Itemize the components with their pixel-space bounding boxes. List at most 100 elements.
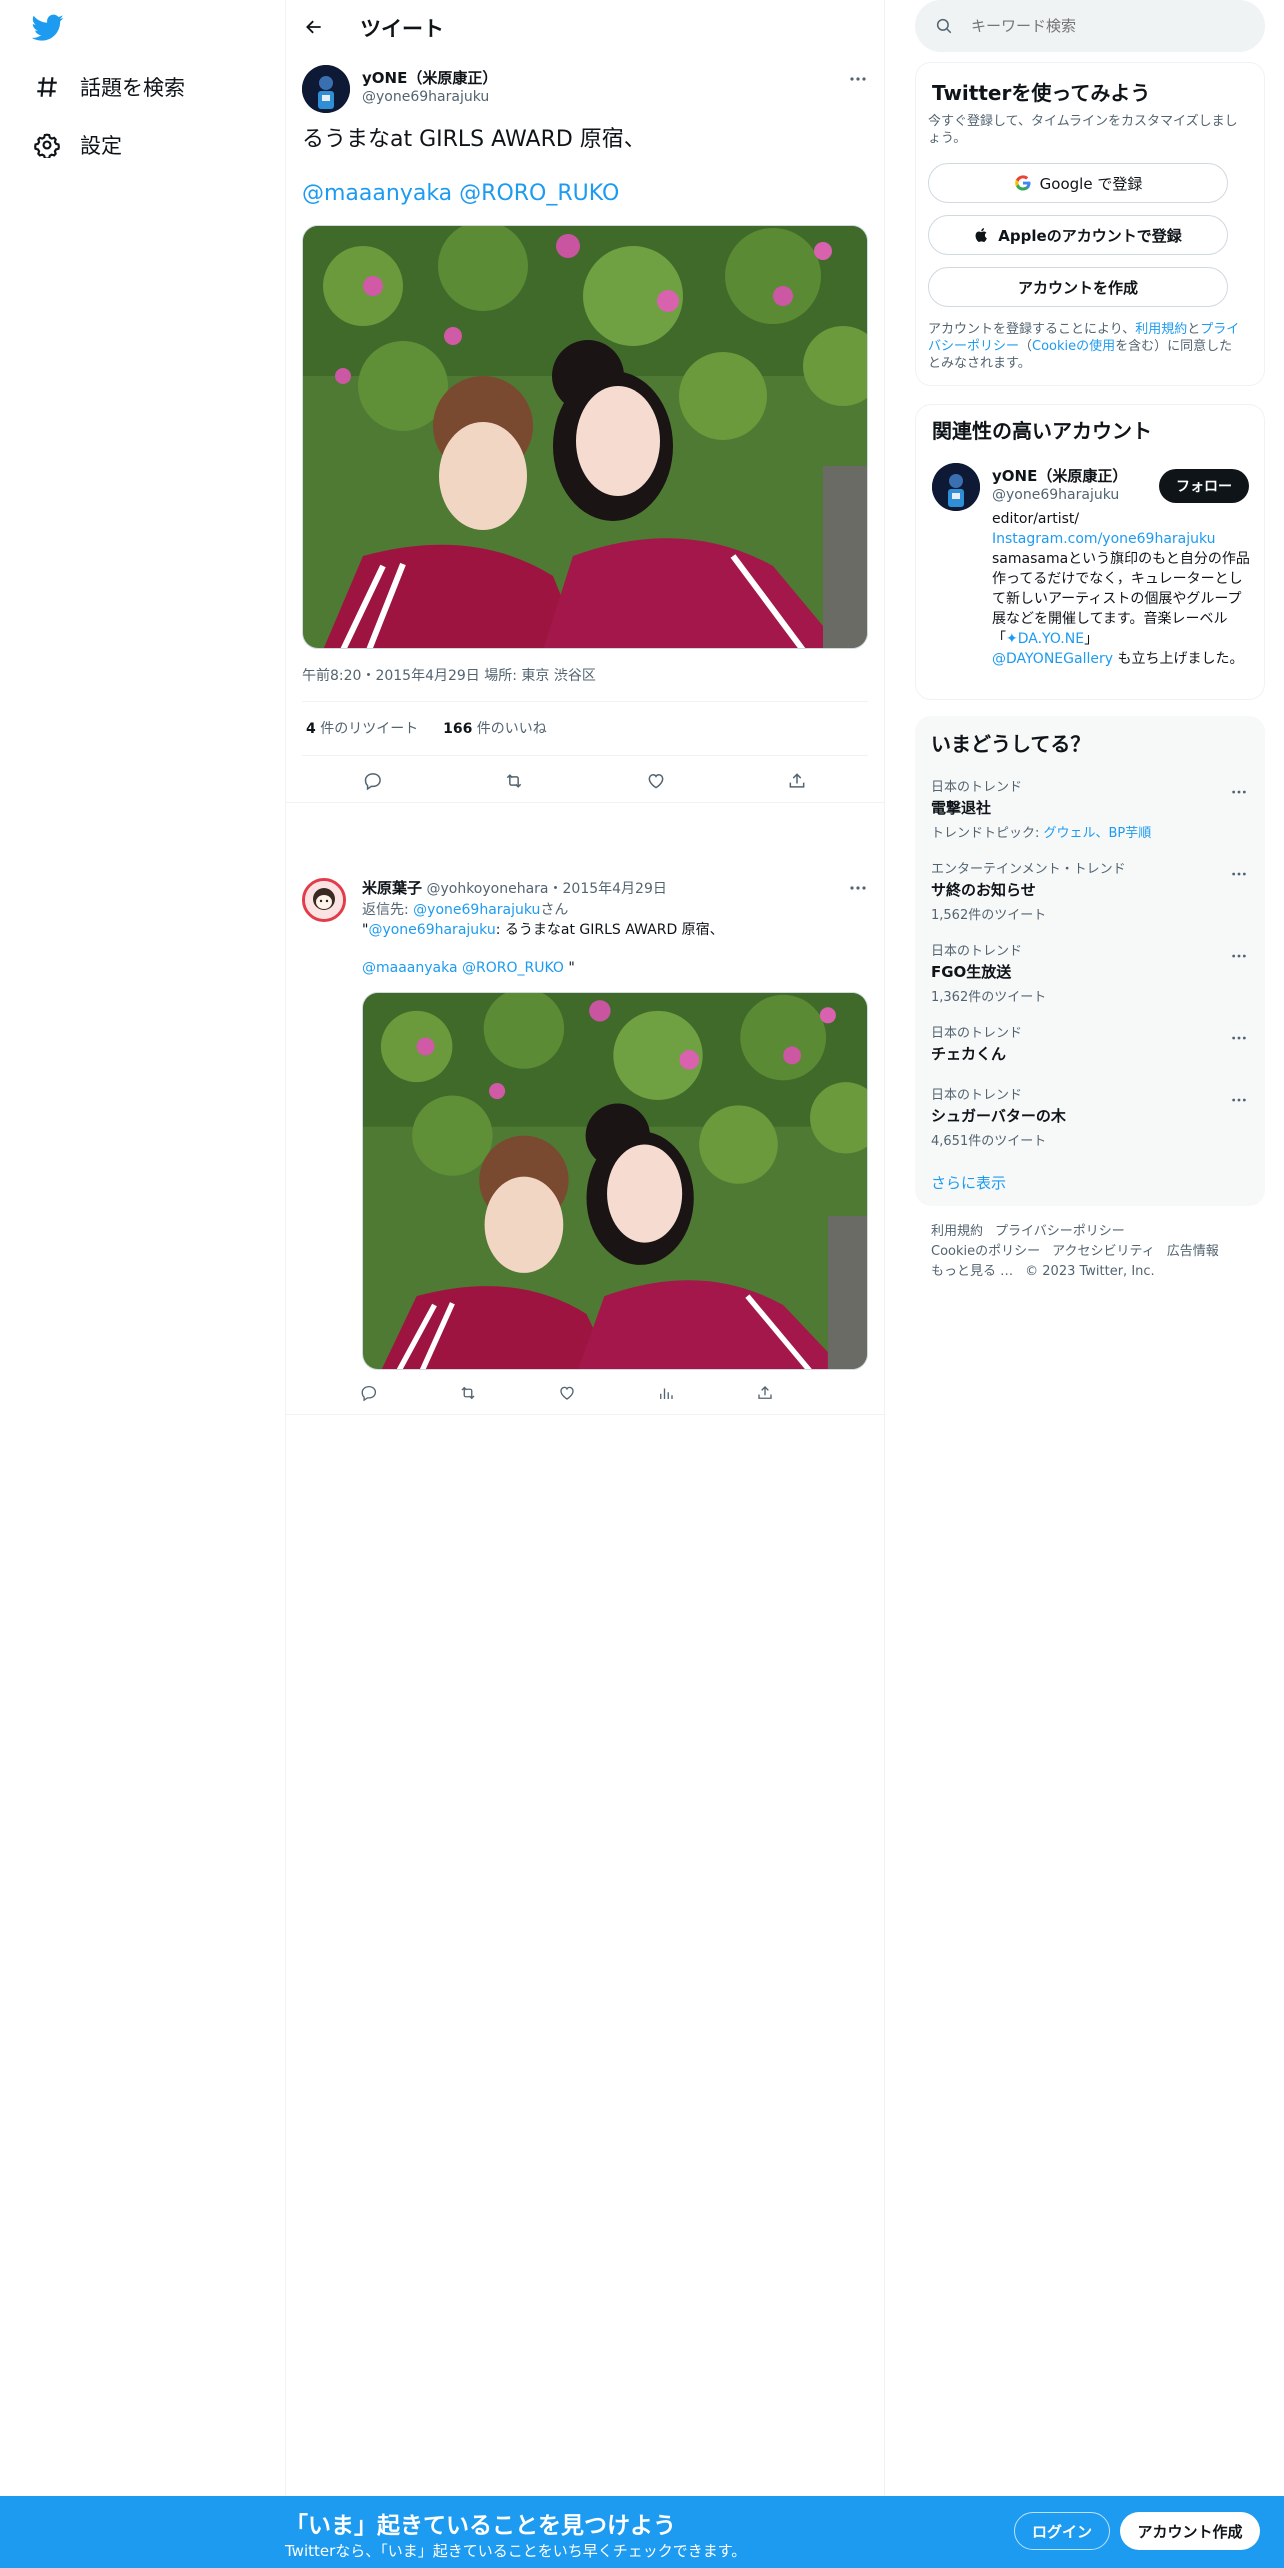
show-more-link[interactable]: さらに表示: [931, 1172, 1006, 1193]
footer-accessibility-link[interactable]: アクセシビリティ: [1052, 1244, 1155, 1259]
mention-link[interactable]: @RORO_RUKO: [462, 960, 564, 976]
cookie-link[interactable]: Cookieの使用: [1032, 339, 1115, 354]
divider: [302, 701, 868, 702]
footer-ads-link[interactable]: 広告情報: [1167, 1244, 1219, 1259]
related-accounts-card: 関連性の高いアカウント yONE（米原康正） @yone69harajuku フ…: [915, 404, 1265, 700]
trend-name: FGO生放送: [931, 963, 1012, 981]
trend-tweet-count: 1,562件のツイート: [931, 908, 1047, 923]
create-account-label: アカウントを作成: [1017, 278, 1138, 297]
trend-item[interactable]: エンターテインメント・トレンド サ終のお知らせ 1,562件のツイート: [931, 858, 1251, 923]
mention-link[interactable]: @yone69harajuku: [413, 902, 540, 918]
tweet-actions: [302, 761, 868, 801]
footer-privacy-link[interactable]: プライバシーポリシー: [995, 1224, 1125, 1239]
bottom-bar-subtitle: Twitterなら、「いま」起きていることをいち早くチェックできます。: [285, 2542, 747, 2560]
mention-link[interactable]: @maaanyaka: [302, 181, 452, 206]
footer-terms-link[interactable]: 利用規約: [931, 1224, 983, 1239]
analytics-icon[interactable]: [649, 1376, 683, 1410]
tweet-timestamp[interactable]: 午前8:20・2015年4月29日 場所: 東京 渋谷区: [302, 665, 596, 685]
more-options-icon[interactable]: [846, 876, 870, 900]
follow-button[interactable]: フォロー: [1159, 469, 1249, 503]
more-options-icon[interactable]: [846, 67, 870, 91]
trend-item[interactable]: 日本のトレンド チェカくん: [931, 1022, 1251, 1064]
gear-icon: [34, 133, 60, 158]
share-icon[interactable]: [748, 1376, 782, 1410]
trend-item[interactable]: 日本のトレンド 電撃退社 トレンドトピック: グウェル、BP芋順: [931, 776, 1251, 841]
nav-item-label: 設定: [80, 134, 122, 158]
author-handle[interactable]: @yone69harajuku: [362, 89, 489, 105]
footer-more-link[interactable]: もっと見る …: [931, 1264, 1013, 1279]
quote-text: : るうまなat GIRLS AWARD 原宿、: [495, 922, 724, 938]
more-options-icon[interactable]: [1227, 1088, 1251, 1112]
share-icon[interactable]: [780, 764, 814, 798]
retweet-icon[interactable]: [451, 1376, 485, 1410]
bio-link[interactable]: Instagram.com/yone69harajuku: [992, 531, 1216, 547]
login-button[interactable]: ログイン: [1014, 2512, 1110, 2550]
trend-category: 日本のトレンド: [931, 1026, 1023, 1041]
footer-copyright: © 2023 Twitter, Inc.: [1025, 1264, 1155, 1279]
google-signup-button[interactable]: Google で登録: [928, 163, 1228, 203]
twitter-bird-icon[interactable]: [31, 14, 64, 42]
bottom-signup-bar: 「いま」起きていることを見つけよう Twitterなら、「いま」起きていることを…: [0, 2496, 1284, 2568]
retweet-icon[interactable]: [497, 764, 531, 798]
reply-icon[interactable]: [356, 764, 390, 798]
mention-link[interactable]: @maaanyaka: [362, 960, 458, 976]
apple-signup-button[interactable]: Appleのアカウントで登録: [928, 215, 1228, 255]
trend-category: 日本のトレンド: [931, 1088, 1023, 1103]
trend-name: サ終のお知らせ: [931, 881, 1036, 899]
nav-item-explore[interactable]: 話題を検索: [34, 62, 185, 112]
footer-cookie-link[interactable]: Cookieのポリシー: [931, 1244, 1040, 1259]
avatar[interactable]: [302, 878, 346, 922]
hashtag-icon: [37, 77, 57, 97]
avatar[interactable]: [932, 463, 980, 511]
related-account-handle[interactable]: @yone69harajuku: [992, 487, 1119, 503]
author-name[interactable]: yONE（米原康正）: [362, 67, 497, 88]
related-account-name[interactable]: yONE（米原康正）: [992, 465, 1127, 486]
bio-link[interactable]: @DAYONEGallery: [992, 651, 1113, 667]
legal-text: アカウントを登録することにより、: [928, 322, 1136, 337]
trend-tweet-count: 1,362件のツイート: [931, 990, 1047, 1005]
nav-item-settings[interactable]: 設定: [34, 120, 122, 170]
trend-item[interactable]: 日本のトレンド FGO生放送 1,362件のツイート: [931, 940, 1251, 1005]
author-name[interactable]: 米原葉子: [362, 879, 422, 897]
signup-button[interactable]: アカウント作成: [1120, 2512, 1260, 2550]
tweet-actions: [352, 1378, 782, 1408]
trend-name: シュガーバターの木: [931, 1107, 1066, 1125]
left-navigation: 話題を検索 設定: [0, 0, 285, 2568]
like-icon[interactable]: [639, 764, 673, 798]
mention-link[interactable]: @yone69harajuku: [368, 922, 495, 938]
tweet-photo[interactable]: [362, 992, 868, 1370]
reply-date[interactable]: ・2015年4月29日: [549, 881, 667, 897]
like-icon[interactable]: [550, 1376, 584, 1410]
reply-tweet[interactable]: 米原葉子 @yohkoyonehara・2015年4月29日 返信先: @yon…: [286, 860, 884, 1415]
apple-signup-label: Appleのアカウントで登録: [998, 226, 1182, 245]
more-options-icon[interactable]: [1227, 862, 1251, 886]
avatar[interactable]: [302, 65, 350, 113]
footer-links: 利用規約 プライバシーポリシー Cookieのポリシー アクセシビリティ 広告情報 も…: [931, 1222, 1251, 1282]
trend-topic-links[interactable]: グウェル、BP芋順: [1044, 826, 1152, 841]
author-handle[interactable]: @yohkoyonehara: [426, 881, 548, 897]
reply-header: 米原葉子 @yohkoyonehara・2015年4月29日: [362, 877, 667, 898]
reply-icon[interactable]: [352, 1376, 386, 1410]
create-account-button[interactable]: アカウントを作成: [928, 267, 1228, 307]
related-account-bio: editor/artist/ Instagram.com/yone69haraj…: [992, 509, 1250, 669]
search-input[interactable]: [971, 17, 1231, 35]
tweet-photo[interactable]: [302, 225, 868, 649]
mention-link[interactable]: @RORO_RUKO: [459, 181, 619, 206]
more-options-icon[interactable]: [1227, 944, 1251, 968]
back-arrow-icon[interactable]: [300, 13, 328, 41]
more-options-icon[interactable]: [1227, 1026, 1251, 1050]
main-tweet: yONE（米原康正） @yone69harajuku るうまなat GIRLS …: [286, 53, 884, 803]
trend-category: 日本のトレンド: [931, 944, 1023, 959]
replying-to: 返信先: @yone69harajukuさん: [362, 899, 568, 919]
bio-text: editor/artist/: [992, 511, 1080, 527]
tweet-text: るうまなat GIRLS AWARD 原宿、: [302, 127, 646, 152]
terms-link[interactable]: 利用規約: [1135, 322, 1187, 337]
like-label[interactable]: 件のいいね: [477, 721, 547, 737]
trend-item[interactable]: 日本のトレンド シュガーバターの木 4,651件のツイート: [931, 1084, 1251, 1149]
bio-link[interactable]: ✦DA.YO.NE: [1006, 631, 1084, 647]
bio-text: も立ち上げました。: [1113, 651, 1244, 667]
search-box[interactable]: [915, 0, 1265, 52]
legal-notice: アカウントを登録することにより、利用規約とプライバシーポリシー（Cookieの使…: [928, 321, 1244, 372]
retweet-label[interactable]: 件のリツイート: [320, 721, 418, 737]
more-options-icon[interactable]: [1227, 780, 1251, 804]
